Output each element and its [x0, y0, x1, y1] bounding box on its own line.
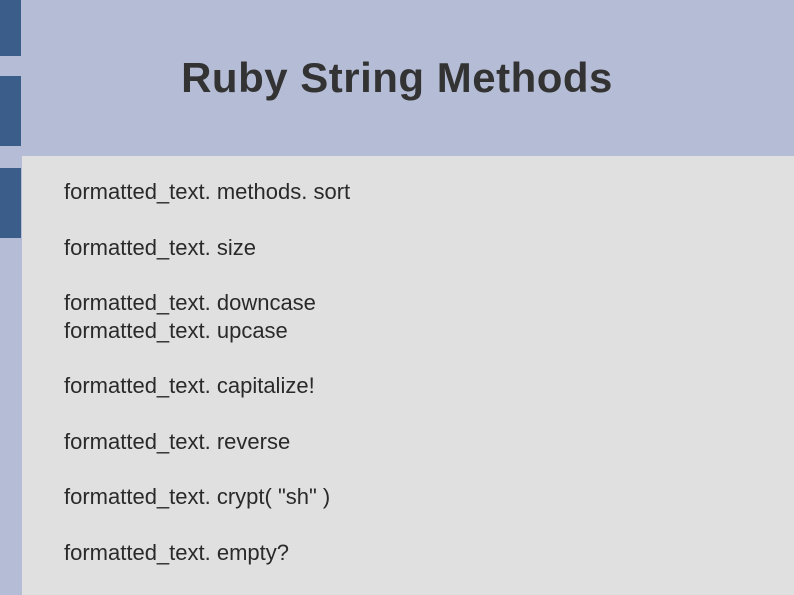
- slide: Ruby String Methods formatted_text. meth…: [0, 0, 794, 595]
- code-line: formatted_text. methods. sort: [64, 178, 754, 206]
- code-line: formatted_text. crypt( "sh" ): [64, 483, 754, 511]
- code-line: formatted_text. reverse: [64, 428, 754, 456]
- paragraph-2: formatted_text. size: [64, 234, 754, 262]
- paragraph-6: formatted_text. crypt( "sh" ): [64, 483, 754, 511]
- code-line: formatted_text. empty?: [64, 539, 754, 567]
- title-band: Ruby String Methods: [0, 0, 794, 156]
- paragraph-1: formatted_text. methods. sort: [64, 178, 754, 206]
- code-line: formatted_text. downcase: [64, 289, 754, 317]
- paragraph-3: formatted_text. downcase formatted_text.…: [64, 289, 754, 344]
- rail-segment-2: [0, 76, 21, 146]
- code-line: formatted_text. upcase: [64, 317, 754, 345]
- paragraph-4: formatted_text. capitalize!: [64, 372, 754, 400]
- rail-segment-3: [0, 168, 21, 238]
- slide-title: Ruby String Methods: [181, 54, 613, 102]
- paragraph-5: formatted_text. reverse: [64, 428, 754, 456]
- rail-segment-1: [0, 0, 21, 56]
- paragraph-7: formatted_text. empty?: [64, 539, 754, 567]
- code-line: formatted_text. size: [64, 234, 754, 262]
- code-line: formatted_text. capitalize!: [64, 372, 754, 400]
- slide-body: formatted_text. methods. sort formatted_…: [64, 178, 754, 594]
